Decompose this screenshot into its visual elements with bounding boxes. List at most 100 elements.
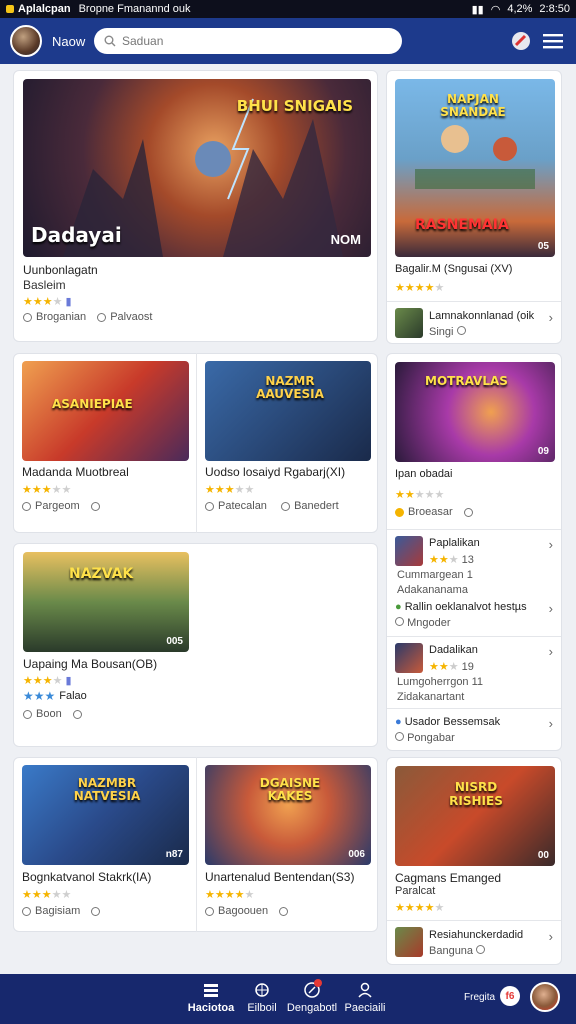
right-card-1-list-item[interactable]: Lamnakonnlanad (oik Singi › (387, 301, 561, 343)
chevron-right-icon: › (548, 644, 553, 659)
right-card-2-meta-1: Broeasar (408, 506, 453, 518)
row-2-sub-text: Mngoder (407, 617, 451, 629)
tile-1-title: Madanda Muotbreal (22, 465, 129, 479)
right-card-3-row-sub-text: Banguna (429, 945, 474, 957)
featured-meta-1: Broganian (36, 311, 87, 323)
tile-2-thumbnail: NAZMR AAUVESIA (205, 361, 371, 461)
right-card-1[interactable]: NAPJAN SNANDAE RASNEMAIA 05 Bagalir.M (S… (386, 70, 562, 344)
app-name: Naow (52, 33, 86, 49)
nav-notifications-label: Dengabotl (286, 1002, 338, 1014)
nav-explore[interactable]: Eilboil (240, 981, 284, 1014)
right-card-1-row-title: Lamnakonnlanad (oik (429, 310, 535, 322)
nav-profile[interactable]: Paeciaili (342, 981, 388, 1014)
row-3-thumbnail (395, 643, 423, 673)
chevron-right-icon: › (548, 929, 553, 944)
tile-1-banner: ASANIEPIAE (52, 397, 133, 411)
clock-icon (72, 709, 82, 719)
tile-5-rating-stars: ★★★★★ (205, 889, 255, 901)
account-label: Fregita (464, 992, 496, 1003)
tile-3-blue-stars: ★★★ (23, 689, 56, 703)
clock-icon (279, 906, 289, 916)
right-card-2-list-item-2[interactable]: ● Rallin oeklanalvot hestµs Mngoder › (387, 596, 561, 636)
featured-banner: BHUI SNIGAIS (236, 97, 353, 115)
clock-icon (463, 507, 473, 517)
right-card-3-badge: 00 (537, 850, 549, 861)
nav-profile-label: Paeciaili (344, 1002, 386, 1014)
right-card-2-meta: Broeasar (395, 506, 473, 518)
right-card-2-list-item-1[interactable]: Paplalikan ★★★ 13 Cummargean 1 Adakanana… (387, 529, 561, 601)
tile-3-meta-1: Boon (36, 708, 62, 720)
tile-3-banner: NAZVAK (69, 566, 134, 582)
row-1-title: Paplalikan (429, 537, 480, 549)
game-controller-icon[interactable] (508, 28, 534, 54)
row-1-count: 13 (461, 554, 474, 566)
tile-1-meta-1: Pargeom (35, 500, 80, 512)
status-app-title: Aplalcpan (18, 3, 71, 15)
right-card-3-list-item[interactable]: Resiahunckerdadid Banguna › (387, 920, 561, 964)
nav-notifications[interactable]: Dengabotl (284, 979, 340, 1014)
battery-level: 4,2% (507, 3, 533, 15)
chevron-right-icon: › (548, 716, 553, 731)
nav-home-label: Haciotoa (187, 1002, 235, 1014)
tile-4-meta-1: Bagisiam (35, 905, 81, 917)
row-3-rating: ★★★ 19 (429, 661, 474, 673)
row-4-title: ● Usador Bessemsak (395, 716, 501, 728)
status-bar: Aplalcpan Bropne Fmanannd ouk ▮▮ ◠ 4,2% … (0, 0, 576, 18)
right-card-3-title: Cagmans Emanged (395, 871, 502, 885)
right-card-3-row-sub: Banguna (429, 945, 486, 957)
right-card-1-row-thumbnail (395, 308, 423, 338)
tile-5[interactable]: DGAISNE KAKES 006 Unartenalud Bentendan(… (196, 757, 378, 932)
clock-icon (456, 326, 466, 335)
row-1-sub-2: Adakananama (397, 584, 468, 596)
tile-3[interactable]: NAZVAK 005 Uapaing Ma Bousan(OB) ★★★★ ▮ … (13, 543, 378, 747)
featured-meta: Broganian Palvaost (23, 311, 152, 323)
tile-4[interactable]: NAZMBR NATVESIA n87 Bognkatvanol Stakrk(… (13, 757, 195, 932)
account-avatar[interactable] (530, 982, 560, 1012)
right-card-3[interactable]: NISRD RISHIES 00 Cagmans Emanged Paralca… (386, 757, 562, 965)
tile-3-title: Uapaing Ma Bousan(OB) (23, 657, 158, 671)
tile-3-thumbnail: NAZVAK 005 (23, 552, 189, 652)
row-2-title-text: Rallin oeklanalvot hestµs (404, 601, 527, 613)
right-card-2-list-item-3[interactable]: Dadalikan ★★★ 19 Lumgoherrgon 11 Zidakan… (387, 636, 561, 708)
location-icon (205, 501, 214, 511)
tile-5-banner: DGAISNE KAKES (259, 776, 321, 803)
featured-meta-2: Palvaost (110, 311, 153, 323)
row-3-sub: Lumgoherrgon 11 (397, 676, 484, 688)
right-card-2[interactable]: MOTRAVLAS 09 Ipan obadai ★★★★★ Broeasar … (386, 353, 562, 751)
status-time: 2:8:50 (539, 3, 570, 15)
search-input[interactable]: Saduan (94, 28, 402, 54)
right-card-2-thumbnail: MOTRAVLAS 09 (395, 362, 555, 462)
tile-4-thumbnail: NAZMBR NATVESIA n87 (22, 765, 189, 865)
location-icon (22, 906, 31, 916)
tile-5-meta: Bagoouen (205, 905, 289, 917)
right-card-2-list-item-4[interactable]: ● Usador Bessemsak Pongabar › (387, 708, 561, 752)
row-4-sub: Pongabar (395, 732, 455, 744)
right-card-3-subtitle: Paralcat (395, 885, 436, 897)
nav-home[interactable]: Haciotoa (186, 981, 236, 1014)
row-3-count: 19 (461, 661, 474, 673)
tile-2[interactable]: NAZMR AAUVESIA Uodso losaiyd Rgabarj(XI)… (196, 353, 378, 533)
tile-3-sub-row: ★★★ Falao (23, 689, 87, 703)
featured-card[interactable]: BHUI SNIGAIS Dadayai NOM Uunbonlagatn Ba… (13, 70, 378, 342)
gamepad-icon (255, 983, 269, 997)
tile-4-rating-stars: ★★★★★ (22, 889, 72, 901)
featured-rating-stars: ★★★★ ▮ (23, 296, 72, 308)
profile-avatar[interactable] (10, 25, 42, 57)
featured-thumbnail: BHUI SNIGAIS Dadayai NOM (23, 79, 371, 257)
signal-icon: ▮▮ (471, 3, 484, 16)
tile-3-sub: Falao (59, 690, 87, 702)
clock-icon (97, 312, 107, 322)
right-card-1-title: Bagalir.M (Sngusai (XV) (395, 263, 513, 275)
clock-icon (476, 945, 486, 954)
right-card-1-rating-stars: ★★★★★ (395, 282, 445, 294)
tile-1[interactable]: ASANIEPIAE Madanda Muotbreal ★★★★★ Parge… (13, 353, 195, 533)
user-icon (358, 982, 372, 998)
right-card-2-badge: 09 (537, 446, 549, 457)
tile-2-meta-2: Banedert (294, 500, 339, 512)
right-card-3-thumbnail: NISRD RISHIES 00 (395, 766, 555, 866)
status-subtitle: Bropne Fmanannd ouk (78, 3, 191, 15)
menu-icon[interactable] (540, 28, 566, 54)
tile-5-title: Unartenalud Bentendan(S3) (205, 870, 355, 884)
account-badge-icon[interactable]: f6 (500, 986, 520, 1006)
stack-icon (204, 984, 218, 997)
